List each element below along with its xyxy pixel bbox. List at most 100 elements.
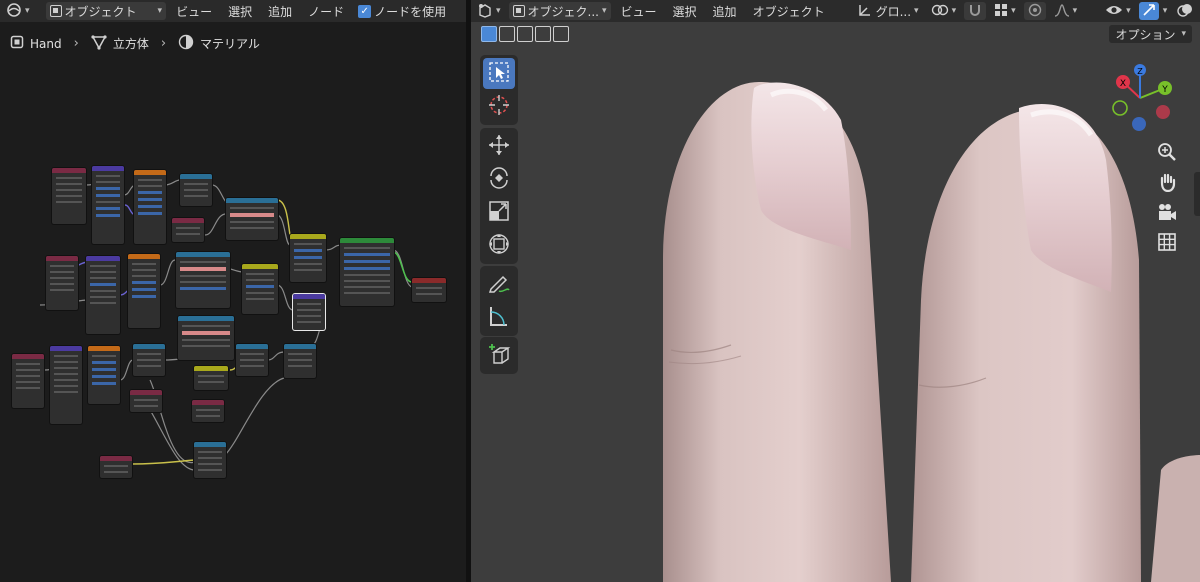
gizmo-toggle[interactable] [1138, 2, 1159, 20]
mix-shader-node[interactable] [290, 234, 326, 282]
chevron-down-icon: ▾ [914, 6, 919, 16]
camera-view-button[interactable] [1154, 200, 1180, 226]
tool-measure[interactable] [483, 302, 515, 333]
menu-view[interactable]: ビュー [615, 3, 663, 20]
node-header [290, 234, 326, 239]
overlay-icon [1177, 2, 1193, 21]
tool-rotate[interactable] [483, 164, 515, 195]
chevron-down-icon[interactable]: ▾ [1163, 6, 1168, 16]
tool-header: オプション ▾ [471, 22, 1200, 46]
gizmo-neg-y-axis[interactable] [1112, 100, 1128, 116]
select-extend-button[interactable] [499, 26, 515, 42]
selection-mode-group [481, 26, 569, 42]
math-node[interactable] [133, 344, 165, 376]
gizmo-neg-z-axis[interactable] [1132, 117, 1146, 131]
move-icon [487, 133, 511, 160]
node-header [130, 390, 162, 395]
options-dropdown[interactable]: オプション ▾ [1109, 25, 1192, 43]
chevron-down-icon: ▾ [1181, 29, 1186, 39]
tool-transform[interactable] [483, 230, 515, 261]
node-header [86, 256, 120, 261]
bump-node-selected[interactable] [293, 294, 325, 330]
mapping-node-3[interactable] [50, 346, 82, 424]
principled-bsdf-node[interactable] [340, 238, 394, 306]
tool-add-cube[interactable] [483, 340, 515, 371]
math-node-3[interactable] [284, 344, 316, 378]
mix-rgb-node[interactable] [242, 264, 278, 314]
menu-select[interactable]: 選択 [667, 3, 703, 20]
pan-button[interactable] [1154, 170, 1180, 196]
gizmo-neg-x-axis[interactable] [1156, 105, 1170, 119]
tool-annotate[interactable] [483, 269, 515, 300]
perspective-toggle-button[interactable] [1154, 230, 1180, 256]
zoom-button[interactable] [1154, 140, 1180, 166]
color-ramp-node-2[interactable] [176, 252, 230, 308]
node-header [50, 346, 82, 351]
node-header [133, 344, 165, 349]
noise-texture-node[interactable] [134, 170, 166, 244]
overlays-toggle[interactable] [1175, 2, 1195, 20]
texture-coordinate-node[interactable] [52, 168, 86, 224]
transform-orientation-dropdown[interactable]: グロ... ▾ [853, 2, 923, 20]
node-header [226, 198, 278, 203]
select-invert-button[interactable] [535, 26, 551, 42]
toolbar-select-group [480, 55, 518, 125]
3d-viewport[interactable]: ▾ オブジェク... ▾ ビュー 選択 追加 オブジェクト グロ... ▾ ▾ [471, 0, 1200, 582]
color-mix-node[interactable] [194, 366, 228, 390]
snap-toggle[interactable] [964, 2, 987, 20]
menu-add[interactable]: 追加 [707, 3, 743, 20]
visibility-dropdown[interactable]: ▾ [1101, 2, 1135, 20]
editor-type-button[interactable]: ▾ [473, 2, 505, 20]
node-header [412, 278, 446, 283]
object-mode-dropdown[interactable]: オブジェク... ▾ [508, 2, 611, 20]
select-intersect-button[interactable] [553, 26, 569, 42]
color-ramp-node[interactable] [226, 198, 278, 240]
node-header [92, 166, 124, 171]
texture-coordinate-node-3[interactable] [12, 354, 44, 408]
tool-scale[interactable] [483, 197, 515, 228]
chevron-down-icon: ▾ [1126, 6, 1131, 16]
value-node[interactable] [100, 456, 132, 478]
tool-move[interactable] [483, 131, 515, 162]
sidebar-toggle-tab[interactable] [1194, 172, 1200, 216]
pivot-point-dropdown[interactable]: ▾ [927, 2, 961, 20]
node-header [236, 344, 268, 349]
pivot-icon [931, 3, 949, 20]
snap-target-dropdown[interactable]: ▾ [990, 2, 1020, 20]
math-node-2[interactable] [236, 344, 268, 376]
color-ramp-node-5[interactable] [192, 400, 224, 422]
color-ramp-node-4[interactable] [130, 390, 162, 412]
gizmo-x-label: X [1120, 79, 1126, 89]
shader-node-editor[interactable]: ▾ オブジェクト ▾ ビュー 選択 追加 ノード ✓ ノードを使用 Hand › [0, 0, 483, 582]
proportional-falloff-dropdown[interactable]: ▾ [1050, 2, 1082, 20]
mapping-node-2[interactable] [86, 256, 120, 334]
node-header [293, 294, 325, 299]
texture-coordinate-node-2[interactable] [46, 256, 78, 310]
color-ramp-node-3[interactable] [178, 316, 234, 360]
separate-node[interactable] [180, 174, 212, 206]
chevron-down-icon: ▾ [601, 6, 607, 16]
rotate-icon [487, 166, 511, 193]
select-new-button[interactable] [481, 26, 497, 42]
proportional-icon [1028, 3, 1042, 20]
grid-icon [1157, 232, 1177, 255]
voronoi-texture-node[interactable] [128, 254, 160, 328]
menu-object[interactable]: オブジェクト [747, 3, 831, 20]
noise-texture-node-2[interactable] [88, 346, 120, 404]
material-output-node[interactable] [412, 278, 446, 302]
color-ramp-node-small[interactable] [172, 218, 204, 242]
mapping-node[interactable] [92, 166, 124, 244]
node-header [192, 400, 224, 405]
chevron-down-icon: ▾ [496, 6, 501, 16]
navigation-gizmo[interactable]: X Y Z [1107, 64, 1177, 134]
orientation-icon [857, 2, 873, 21]
finger-third [1151, 455, 1200, 582]
zoom-magnifier-icon [1157, 142, 1177, 165]
select-subtract-button[interactable] [517, 26, 533, 42]
tool-cursor[interactable] [483, 91, 515, 122]
transform-icon [487, 232, 511, 259]
gizmo-y-label: Y [1161, 85, 1168, 95]
proportional-edit-toggle[interactable] [1023, 2, 1046, 20]
math-node-4[interactable] [194, 442, 226, 478]
tool-select-box[interactable] [483, 58, 515, 89]
